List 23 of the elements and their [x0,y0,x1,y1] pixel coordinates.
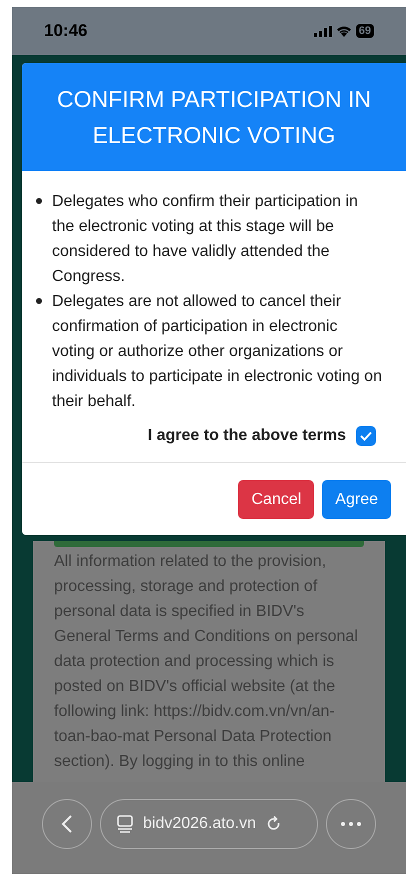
dialog-title: CONFIRM PARTICIPATION IN ELECTRONIC VOTING [56,85,372,150]
reload-icon [266,815,282,833]
agree-button[interactable]: Agree [322,480,391,519]
bullet-icon [36,298,42,304]
agree-label: I agree to the above terms [148,426,346,446]
address-bar[interactable]: bidv2026.ato.vn [100,799,318,849]
bullet-icon [36,198,42,204]
bullet-text: Delegates who confirm their participation in the electronic voting at this stage will be considered to have validly attended the Congress. [52,192,359,287]
signal-icon [314,26,332,36]
battery-level: 69 [356,24,374,38]
wifi-icon [336,25,352,37]
url-text: bidv2026.ato.vn [143,814,256,834]
page-icon [117,815,133,833]
more-icon [341,822,361,826]
privacy-text: All information related to the provision, processing, storage and protection of personal data is specified in BIDV's General Terms and Conditions on personal data protection and processing which is posted on BIDV's official website (at the following link: https://bidv.com.vn/vn/an-toan-bao-mat Personal Data Protection section). By logging in to this online [54,552,359,772]
back-button[interactable] [42,799,92,849]
cancel-button[interactable]: Cancel [238,480,314,519]
agree-checkbox[interactable] [356,426,376,446]
checkmark-icon [360,431,372,441]
bullet-text: Delegates are not allowed to cancel their confirmation of participation in electronic voting or authorize other organizations or individuals to participate in electronic voting on their behalf. [52,292,382,412]
more-button[interactable] [326,799,376,849]
status-time: 10:46 [44,20,88,42]
back-icon [61,814,73,834]
